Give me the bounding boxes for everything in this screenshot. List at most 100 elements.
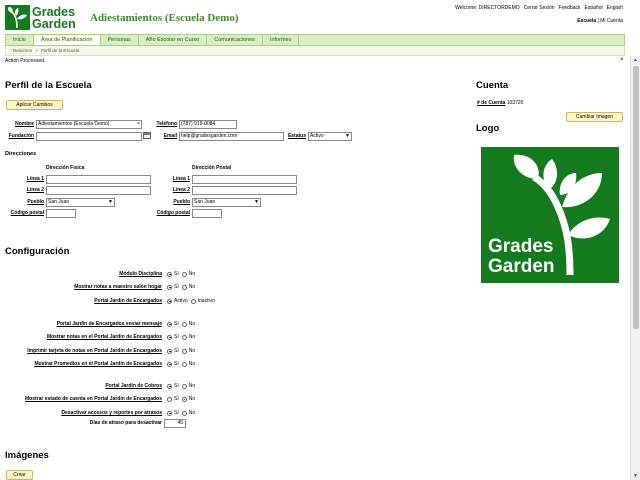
email-input[interactable]: help@gradesgarden.com xyxy=(179,132,284,141)
config-radio-group: Sí No xyxy=(167,271,195,277)
radio-no[interactable] xyxy=(181,284,187,290)
postal-pueblo-select[interactable]: San Juan ▼ xyxy=(192,198,261,207)
logout-link[interactable]: Cerrar Sesión xyxy=(524,5,555,11)
status-message: Action Processed. xyxy=(5,58,46,64)
postal-linea1-input[interactable] xyxy=(192,175,297,184)
fisica-linea1-input[interactable] xyxy=(46,175,151,184)
grades-garden-logo[interactable]: Grades Garden xyxy=(5,5,85,31)
change-image-button[interactable]: Cambiar Imagen xyxy=(566,112,623,122)
config-radio-group: Sí No xyxy=(167,321,195,327)
radio-no-label: No xyxy=(188,348,196,354)
profile-title: Perfil de la Escuela xyxy=(5,80,92,91)
radio-activo-label: Activo xyxy=(174,298,188,304)
feedback-link[interactable]: Feedback xyxy=(559,5,581,11)
english-link[interactable]: English xyxy=(607,5,623,11)
tab-inicio[interactable]: Inicio xyxy=(6,35,34,45)
postal-linea2-label: Línea 2 xyxy=(172,187,190,193)
radio-yes-label: Sí xyxy=(174,321,179,327)
radio-yes[interactable] xyxy=(167,271,172,277)
radio-yes-label: Sí xyxy=(174,410,179,416)
fundacion-input[interactable] xyxy=(36,132,142,141)
create-button[interactable]: Crear xyxy=(6,470,33,480)
chevron-down-icon: ▼ xyxy=(345,133,350,139)
apply-changes-button[interactable]: Aplicar Cambios xyxy=(6,100,63,110)
page-scrollbar[interactable]: ▲ ▼ xyxy=(630,56,640,480)
scroll-down-icon[interactable]: ▼ xyxy=(633,473,638,479)
config-row-label: Módulo Disciplina xyxy=(119,271,162,277)
spanish-link[interactable]: Español xyxy=(585,5,603,11)
fisica-pueblo-label: Pueblo xyxy=(27,199,44,205)
radio-no[interactable] xyxy=(181,396,187,402)
postal-codigo-label: Código postal xyxy=(156,210,190,216)
message-close-icon[interactable]: × xyxy=(620,57,624,63)
fisica-pueblo-select[interactable]: San Juan ▼ xyxy=(46,198,115,207)
config-radio-group: Sí No xyxy=(167,383,195,389)
top-links: Welcome: DIRECTORDEMO Cerrar Sesión Feed… xyxy=(455,5,623,11)
config-row-label: Mostrar estado de cuenta en Portal Jardí… xyxy=(25,396,162,402)
breadcrumb-resumen[interactable]: Resumen xyxy=(13,48,32,53)
radio-inactivo[interactable] xyxy=(190,298,196,304)
logo-text-line2: Garden xyxy=(32,17,76,31)
module-separator: | xyxy=(597,18,599,24)
postal-linea1-label: Línea 1 xyxy=(172,176,190,182)
radio-no-label: No xyxy=(188,361,196,367)
dias-input[interactable]: 45 xyxy=(164,419,186,428)
account-number-value: 103720 xyxy=(506,100,524,106)
radio-yes[interactable] xyxy=(167,348,172,354)
fisica-codigo-label: Código postal xyxy=(10,210,44,216)
chevron-down-icon: ▼ xyxy=(254,199,259,205)
tab-comunicaciones[interactable]: Comunicaciones xyxy=(207,35,263,45)
radio-no[interactable] xyxy=(181,348,187,354)
breadcrumb-separator: > xyxy=(35,48,38,53)
radio-no[interactable] xyxy=(181,334,187,340)
radio-yes-label: Sí xyxy=(174,334,179,340)
postal-linea2-input[interactable] xyxy=(192,186,297,195)
logo-word-grades: Grades xyxy=(488,236,554,257)
scroll-thumb[interactable] xyxy=(633,66,639,329)
radio-no-label: No xyxy=(188,321,196,327)
radio-no-label: No xyxy=(188,284,196,290)
radio-no[interactable] xyxy=(181,410,187,416)
radio-yes[interactable] xyxy=(167,321,172,327)
radio-no[interactable] xyxy=(181,271,187,277)
clear-icon[interactable]: × xyxy=(137,121,140,128)
fundacion-label: Fundación xyxy=(8,133,34,139)
radio-yes[interactable] xyxy=(167,334,172,340)
estatus-select[interactable]: Activo ▼ xyxy=(308,132,352,141)
radio-yes[interactable] xyxy=(167,284,172,290)
module-escuela-link[interactable]: Escuela xyxy=(577,18,596,24)
radio-yes[interactable] xyxy=(167,383,172,389)
config-radio-group: Sí No xyxy=(167,361,195,367)
calendar-icon[interactable] xyxy=(143,132,151,139)
radio-yes[interactable] xyxy=(167,361,172,367)
radio-yes[interactable] xyxy=(167,396,172,402)
fisica-codigo-input[interactable] xyxy=(46,209,76,218)
fisica-linea2-input[interactable] xyxy=(46,186,151,195)
postal-codigo-input[interactable] xyxy=(192,209,222,218)
radio-no[interactable] xyxy=(181,321,187,327)
nombre-label: Nombre xyxy=(15,121,34,127)
tab-ano-escolar[interactable]: Año Escolar en Curso xyxy=(139,35,208,45)
config-radio-group: Activo Inactivo xyxy=(167,298,215,304)
nombre-input[interactable]: Adiestamientos (Escuela Demo) × xyxy=(36,120,142,129)
radio-yes-label: Sí xyxy=(174,361,179,367)
school-logo-image: Grades Garden xyxy=(478,143,622,287)
module-mi-cuenta-link[interactable]: Mi Cuenta xyxy=(600,18,623,24)
tab-personas[interactable]: Personas xyxy=(101,35,139,45)
radio-yes[interactable] xyxy=(167,410,172,416)
radio-no[interactable] xyxy=(181,383,187,389)
radio-no[interactable] xyxy=(181,361,187,367)
tab-area-planificacion[interactable]: Área de Planificación xyxy=(33,35,101,45)
scroll-up-icon[interactable]: ▲ xyxy=(633,57,638,63)
radio-yes-label: Sí xyxy=(174,348,179,354)
dias-label: Días de atraso para desactivar xyxy=(89,420,162,426)
images-title: Imágenes xyxy=(5,450,49,461)
tab-informes[interactable]: Informes xyxy=(263,35,300,45)
radio-no-label: No xyxy=(188,334,196,340)
chevron-down-icon: ▼ xyxy=(108,199,113,205)
main-nav: Inicio Área de Planificación Personas Añ… xyxy=(5,34,625,46)
breadcrumb-perfil: Perfil de la Escuela xyxy=(40,48,80,53)
radio-activo[interactable] xyxy=(167,298,172,304)
telefono-input[interactable]: (787) 919-0084 xyxy=(179,120,237,129)
school-name: Adiestamientos (Escuela Demo) xyxy=(90,12,239,24)
